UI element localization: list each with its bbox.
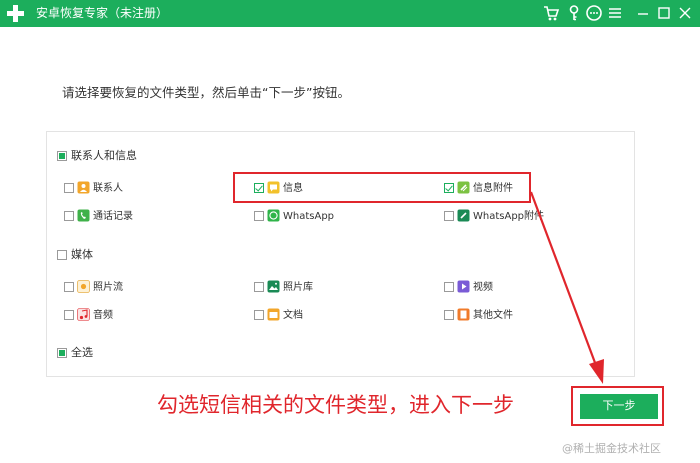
photo-stream-icon (77, 280, 90, 293)
label-other-files: 其他文件 (473, 310, 513, 321)
checkbox-call-log[interactable] (64, 211, 74, 221)
label-whatsapp: WhatsApp (283, 211, 335, 222)
label-audio: 音频 (93, 310, 113, 321)
phone-icon (77, 209, 90, 222)
window-title: 安卓恢复专家（未注册） (36, 6, 169, 20)
menu-icon[interactable] (606, 4, 624, 22)
select-all-checkbox[interactable] (57, 348, 67, 358)
checkbox-camera-roll[interactable] (64, 282, 74, 292)
label-contacts: 联系人 (93, 183, 123, 194)
label-documents: 文档 (283, 310, 303, 321)
video-icon (457, 280, 470, 293)
checkbox-audio[interactable] (64, 310, 74, 320)
label-call-log: 通话记录 (93, 211, 133, 222)
group-label-media: 媒体 (71, 248, 93, 261)
close-icon[interactable] (676, 4, 694, 22)
group-checkbox-contacts-messages[interactable] (57, 151, 67, 161)
app-logo-icon (7, 5, 24, 22)
contacts-icon (77, 181, 90, 194)
checkbox-contacts[interactable] (64, 183, 74, 193)
highlight-box-messages (233, 172, 531, 203)
watermark: @稀土掘金技术社区 (562, 442, 661, 455)
file-type-panel (46, 131, 635, 377)
label-camera-roll: 照片流 (93, 282, 123, 293)
file-icon (457, 308, 470, 321)
chat-icon[interactable] (585, 4, 603, 22)
checkbox-other-files[interactable] (444, 310, 454, 320)
instruction-text: 请选择要恢复的文件类型，然后单击“下一步”按钮。 (62, 85, 350, 100)
photo-library-icon (267, 280, 280, 293)
next-button[interactable]: 下一步 (580, 394, 658, 419)
checkbox-video[interactable] (444, 282, 454, 292)
key-icon[interactable] (565, 4, 583, 22)
checkbox-whatsapp[interactable] (254, 211, 264, 221)
cart-icon[interactable] (542, 4, 560, 22)
checkbox-photo-library[interactable] (254, 282, 264, 292)
maximize-icon[interactable] (655, 4, 673, 22)
checkbox-documents[interactable] (254, 310, 264, 320)
label-whatsapp-attachments: WhatsApp附件 (473, 211, 545, 222)
minimize-icon[interactable] (634, 4, 652, 22)
select-all-label: 全选 (71, 346, 93, 359)
label-video: 视频 (473, 282, 493, 293)
folder-icon (267, 308, 280, 321)
label-photo-library: 照片库 (283, 282, 313, 293)
annotation-text: 勾选短信相关的文件类型，进入下一步 (157, 393, 514, 417)
checkbox-whatsapp-attachments[interactable] (444, 211, 454, 221)
group-label-contacts-messages: 联系人和信息 (71, 149, 137, 162)
group-checkbox-media[interactable] (57, 250, 67, 260)
audio-icon (77, 308, 90, 321)
title-bar: 安卓恢复专家（未注册） (0, 0, 700, 27)
whatsapp-icon (267, 209, 280, 222)
whatsapp-attachment-icon (457, 209, 470, 222)
